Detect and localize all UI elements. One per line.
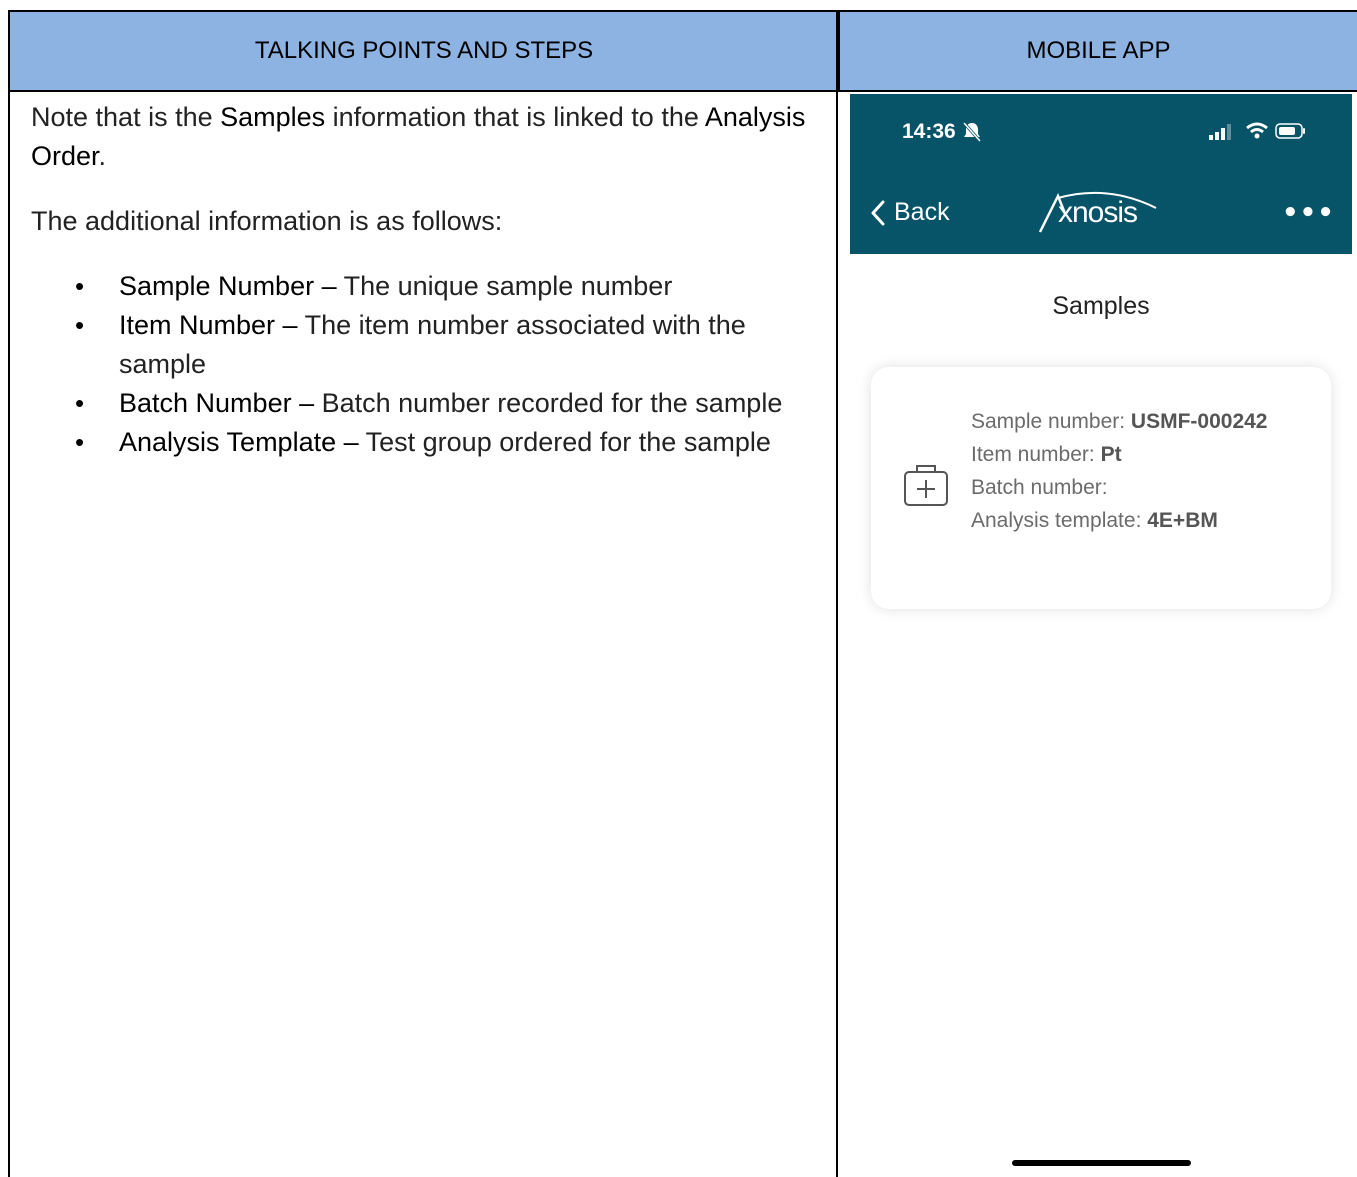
sample-number-value: USMF-000242 [1130,410,1268,433]
app-header: 14:36 Back xnosis ••• [850,94,1352,254]
additional-info-paragraph: The additional information is as follows… [31,206,503,236]
wifi-icon [1246,122,1268,139]
logo-text: xnosis [1058,196,1138,229]
sample-number-line: Sample number: USMF-000242 [971,410,1268,433]
intro-paragraph: Note that is the Samples information tha… [31,102,806,171]
table-left-border [8,10,10,1177]
analysis-template-line: Analysis template: 4E+BM [971,509,1218,532]
sample-card[interactable]: Sample number: USMF-000242 Item number: … [871,367,1331,609]
chevron-left-icon [871,200,885,225]
signal-icon [1209,124,1231,140]
item-number-line: Item number: Pt [971,443,1122,466]
list-item: Item Number – The item number associated… [75,306,821,384]
medical-kit-icon [904,465,948,506]
analysis-template-value: 4E+BM [1147,509,1218,532]
back-label: Back [894,198,950,226]
batch-number-line: Batch number: [971,476,1108,499]
sample-details: Sample number: USMF-000242 Item number: … [971,405,1301,537]
mobile-app-header-label: MOBILE APP [1026,37,1171,64]
list-item: Batch Number – Batch number recorded for… [75,384,821,423]
item-number-value: Pt [1100,443,1122,466]
column-divider [836,10,838,1177]
screen-title: Samples [1052,292,1150,320]
mobile-app-header: MOBILE APP [838,10,1357,92]
mobile-app-screenshot: 14:36 Back xnosis ••• Samples Sample num… [850,94,1352,1177]
home-indicator[interactable] [1012,1160,1191,1166]
list-item: Analysis Template – Test group ordered f… [75,423,821,462]
battery-icon [1275,123,1305,139]
list-item: Sample Number – The unique sample number [75,267,821,306]
back-button[interactable]: Back [870,198,950,227]
talking-points-text: Note that is the Samples information tha… [31,98,821,462]
more-options-button[interactable]: ••• [1282,198,1335,228]
fields-list: Sample Number – The unique sample number… [31,267,821,462]
axnosis-logo: xnosis [1038,190,1163,236]
samples-term: Samples [220,102,326,132]
status-time: 14:36 [902,120,956,143]
talking-points-header-label: TALKING POINTS AND STEPS [254,37,594,64]
silent-bell-icon [962,122,982,142]
talking-points-header: TALKING POINTS AND STEPS [8,10,838,92]
